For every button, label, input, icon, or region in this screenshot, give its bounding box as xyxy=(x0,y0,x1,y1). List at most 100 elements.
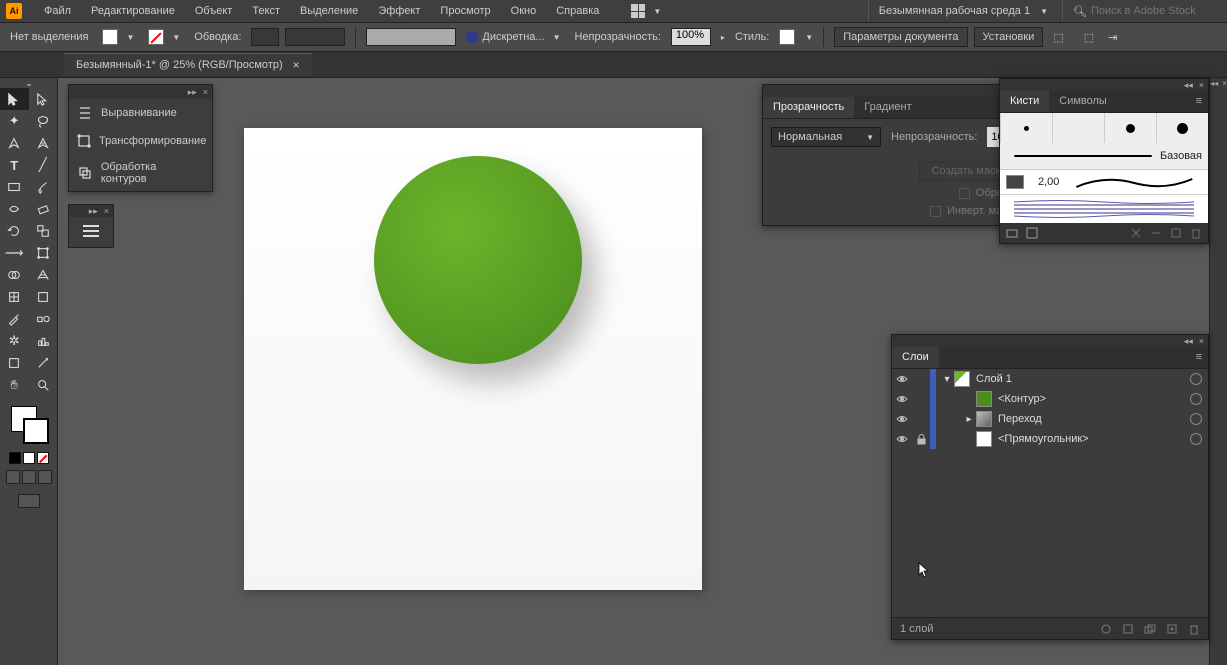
column-graph-tool[interactable] xyxy=(29,330,58,352)
tab-brushes[interactable]: Кисти xyxy=(1000,91,1049,112)
right-panel-dock[interactable]: ◂◂× xyxy=(1209,78,1227,665)
chevron-down-icon[interactable]: ▼ xyxy=(122,33,134,42)
eraser-tool[interactable] xyxy=(29,198,58,220)
fill-stroke-selector[interactable] xyxy=(9,404,49,444)
visibility-toggle[interactable] xyxy=(892,374,912,384)
tab-gradient[interactable]: Градиент xyxy=(854,97,921,118)
menu-icon[interactable] xyxy=(83,225,99,237)
chevron-down-icon[interactable]: ▼ xyxy=(168,33,180,42)
fill-swatch[interactable] xyxy=(102,29,118,45)
brush-preset[interactable] xyxy=(1000,113,1052,143)
layer-row[interactable]: <Контур> xyxy=(892,389,1208,409)
close-icon[interactable]: × xyxy=(104,206,109,216)
opacity-value-input[interactable]: 100% xyxy=(671,28,711,46)
menu-file[interactable]: Файл xyxy=(36,2,79,20)
brush-thumb-icon[interactable] xyxy=(1006,175,1024,189)
brush-preset[interactable] xyxy=(1104,113,1156,143)
panel-expand-icon[interactable]: ⇥ xyxy=(1104,31,1121,44)
visibility-toggle[interactable] xyxy=(892,394,912,404)
shaper-tool[interactable] xyxy=(0,198,29,220)
graphic-style-swatch[interactable] xyxy=(779,29,795,45)
new-layer-icon[interactable] xyxy=(1166,623,1178,635)
brush-preview[interactable] xyxy=(366,28,456,46)
menu-effect[interactable]: Эффект xyxy=(370,2,428,20)
color-mode-solid[interactable] xyxy=(9,452,21,464)
target-icon[interactable] xyxy=(1190,373,1202,385)
document-tab[interactable]: Безымянный-1* @ 25% (RGB/Просмотр) × xyxy=(64,53,312,76)
ellipse-shape[interactable] xyxy=(374,156,582,364)
menu-help[interactable]: Справка xyxy=(548,2,607,20)
brush-size-value[interactable]: 2,00 xyxy=(1038,176,1059,188)
align-icon[interactable]: ⬚ xyxy=(1049,31,1067,44)
visibility-toggle[interactable] xyxy=(892,414,912,424)
delete-brush-icon[interactable] xyxy=(1190,227,1202,239)
blend-tool[interactable] xyxy=(29,308,58,330)
stroke-swatch[interactable] xyxy=(148,29,164,45)
menu-select[interactable]: Выделение xyxy=(292,2,366,20)
screen-mode-icon[interactable] xyxy=(18,494,40,508)
close-icon[interactable]: × xyxy=(293,58,300,72)
artboard[interactable] xyxy=(244,128,702,590)
locate-object-icon[interactable] xyxy=(1100,623,1112,635)
brush-name[interactable]: Дискретна... xyxy=(482,31,544,43)
panel-toggle-icon[interactable]: ⬚ xyxy=(1080,31,1098,44)
artboard-tool[interactable] xyxy=(0,352,29,374)
collapse-icon[interactable]: ◂◂ xyxy=(1184,80,1193,91)
brush-options-icon[interactable] xyxy=(1150,227,1162,239)
menu-object[interactable]: Объект xyxy=(187,2,240,20)
layer-name[interactable]: Слой 1 xyxy=(976,373,1186,385)
panel-menu-icon[interactable]: ≡ xyxy=(1190,91,1208,112)
brush-pattern[interactable] xyxy=(1000,195,1208,223)
pathfinder-panel-button[interactable]: Обработка контуров xyxy=(69,155,212,191)
menu-edit[interactable]: Редактирование xyxy=(83,2,183,20)
search-input[interactable] xyxy=(1091,5,1211,17)
make-clipping-mask-icon[interactable] xyxy=(1122,623,1134,635)
stock-search[interactable]: 🔍︎ xyxy=(1062,0,1221,22)
mesh-tool[interactable] xyxy=(0,286,29,308)
slice-tool[interactable] xyxy=(29,352,58,374)
lasso-tool[interactable] xyxy=(29,110,58,132)
layer-name[interactable]: Переход xyxy=(998,413,1186,425)
close-icon[interactable]: × xyxy=(1222,79,1227,88)
remove-stroke-icon[interactable] xyxy=(1130,227,1142,239)
lock-toggle[interactable] xyxy=(912,434,930,445)
target-icon[interactable] xyxy=(1190,433,1202,445)
layer-name[interactable]: <Контур> xyxy=(998,393,1186,405)
chevron-down-icon[interactable]: ▼ xyxy=(549,33,561,42)
brush-preset[interactable] xyxy=(1156,113,1208,143)
opacity-stepper-icon[interactable]: ▸ xyxy=(717,33,725,42)
collapsed-panel[interactable]: ▸▸× xyxy=(68,204,114,248)
expand-toggle[interactable]: ▾ xyxy=(940,374,954,385)
draw-normal-icon[interactable] xyxy=(6,470,20,484)
hand-tool[interactable]: ✋︎ xyxy=(0,374,29,396)
stroke-weight-input[interactable] xyxy=(251,28,279,46)
target-icon[interactable] xyxy=(1190,413,1202,425)
new-brush-icon[interactable] xyxy=(1170,227,1182,239)
target-icon[interactable] xyxy=(1190,393,1202,405)
menu-view[interactable]: Просмотр xyxy=(432,2,498,20)
libraries-menu-icon[interactable] xyxy=(1026,227,1038,239)
tab-layers[interactable]: Слои xyxy=(892,347,939,368)
chevron-down-icon[interactable]: ▼ xyxy=(649,7,661,16)
rectangle-tool[interactable] xyxy=(0,176,29,198)
layer-name[interactable]: <Прямоугольник> xyxy=(998,433,1186,445)
eyedropper-tool[interactable] xyxy=(0,308,29,330)
layer-row[interactable]: ▾ Слой 1 xyxy=(892,369,1208,389)
shape-builder-tool[interactable] xyxy=(0,264,29,286)
perspective-grid-tool[interactable] xyxy=(29,264,58,286)
preferences-button[interactable]: Установки xyxy=(974,27,1044,47)
menu-window[interactable]: Окно xyxy=(503,2,545,20)
direct-selection-tool[interactable] xyxy=(29,88,58,110)
tab-symbols[interactable]: Символы xyxy=(1049,91,1117,112)
align-panel-button[interactable]: Выравнивание xyxy=(69,99,212,127)
draw-behind-icon[interactable] xyxy=(22,470,36,484)
tab-transparency[interactable]: Прозрачность xyxy=(763,97,854,118)
layer-row[interactable]: <Прямоугольник> xyxy=(892,429,1208,449)
brush-calligraphic[interactable] xyxy=(1067,173,1202,191)
line-tool[interactable]: ╱ xyxy=(29,154,58,176)
workspace-switcher[interactable]: Безымянная рабочая среда 1 ▼ xyxy=(868,0,1058,22)
color-mode-gradient[interactable] xyxy=(23,452,35,464)
arrange-documents-icon[interactable] xyxy=(631,4,645,18)
rotate-tool[interactable] xyxy=(0,220,29,242)
free-transform-tool[interactable] xyxy=(29,242,58,264)
